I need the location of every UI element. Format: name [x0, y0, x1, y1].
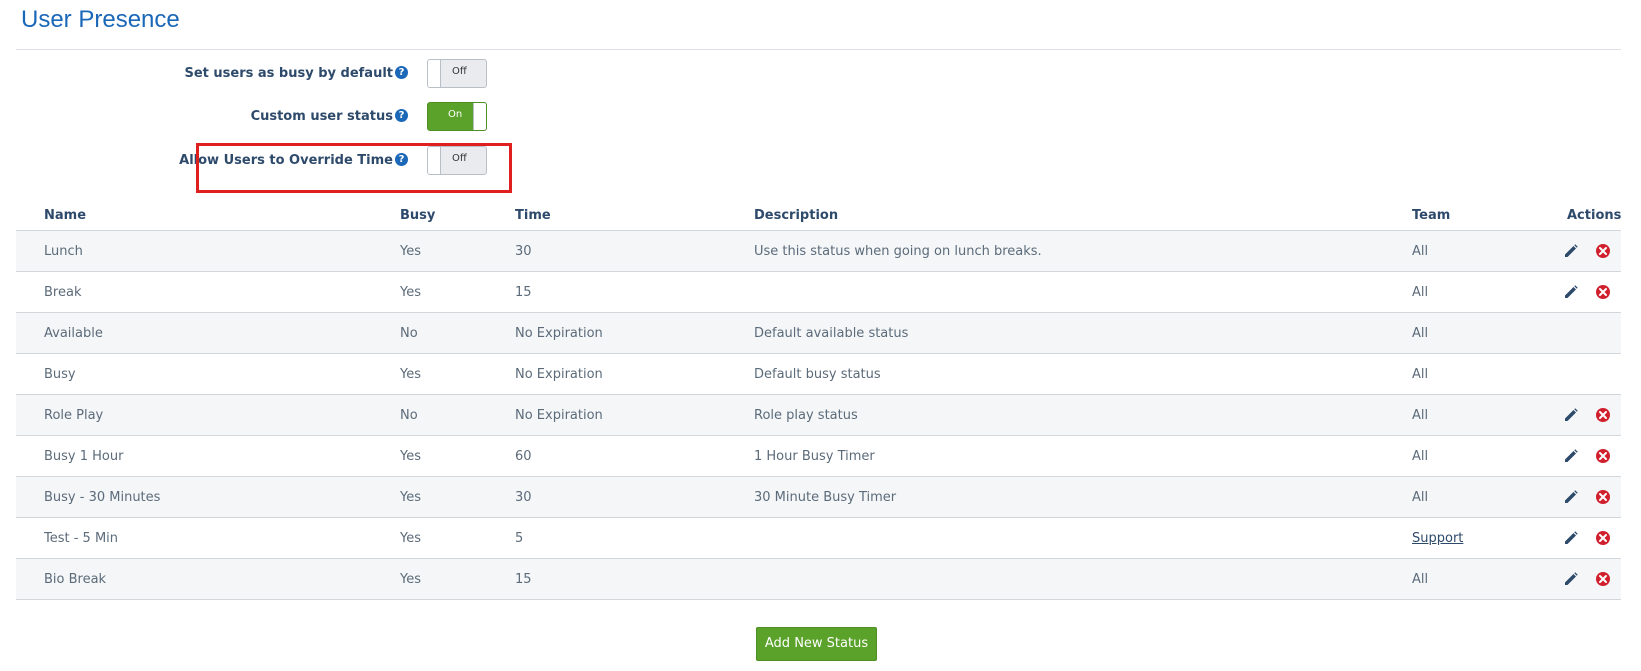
- cell-busy: Yes: [400, 449, 421, 464]
- column-header-time: Time: [515, 208, 551, 223]
- setting-row: Custom user status? On: [0, 102, 520, 132]
- table-row: Busy Yes No Expiration Default busy status A…: [16, 354, 1621, 395]
- cell-time: No Expiration: [515, 408, 603, 423]
- cell-busy: Yes: [400, 531, 421, 546]
- toggle-switch[interactable]: Off: [427, 59, 487, 88]
- toggle-switch[interactable]: On: [427, 102, 487, 131]
- cell-name: Busy 1 Hour: [44, 449, 124, 464]
- status-table: Name Busy Time Description Team Actions …: [16, 203, 1621, 600]
- delete-icon[interactable]: [1595, 489, 1611, 505]
- cell-time: 30: [515, 244, 532, 259]
- cell-busy: Yes: [400, 490, 421, 505]
- cell-description: 1 Hour Busy Timer: [754, 449, 875, 464]
- cell-name: Available: [44, 326, 103, 341]
- cell-name: Busy - 30 Minutes: [44, 490, 161, 505]
- cell-time: 5: [515, 531, 524, 546]
- cell-team: All: [1412, 449, 1429, 464]
- cell-name: Role Play: [44, 408, 104, 423]
- setting-label: Set users as busy by default: [184, 66, 393, 81]
- cell-team: All: [1412, 367, 1429, 382]
- table-row: Break Yes 15 All: [16, 272, 1621, 313]
- delete-icon[interactable]: [1595, 243, 1611, 259]
- delete-icon[interactable]: [1595, 407, 1611, 423]
- table-row: Test - 5 Min Yes 5 Support: [16, 518, 1621, 559]
- cell-name: Busy: [44, 367, 76, 382]
- cell-team: All: [1412, 244, 1429, 259]
- cell-description: Default available status: [754, 326, 909, 341]
- cell-busy: Yes: [400, 244, 421, 259]
- title-divider: [16, 49, 1621, 50]
- cell-name: Bio Break: [44, 572, 107, 587]
- cell-description: Default busy status: [754, 367, 881, 382]
- edit-icon[interactable]: [1563, 448, 1579, 464]
- delete-icon[interactable]: [1595, 448, 1611, 464]
- cell-team: All: [1412, 572, 1429, 587]
- help-icon[interactable]: ?: [395, 109, 408, 122]
- table-row: Busy - 30 Minutes Yes 30 30 Minute Busy Tim…: [16, 477, 1621, 518]
- toggle-knob: [473, 103, 486, 130]
- edit-icon[interactable]: [1563, 489, 1579, 505]
- cell-team: All: [1412, 490, 1429, 505]
- cell-time: 60: [515, 449, 532, 464]
- edit-icon[interactable]: [1563, 530, 1579, 546]
- cell-busy: Yes: [400, 367, 421, 382]
- column-header-name: Name: [44, 208, 87, 223]
- column-header-actions: Actions: [1567, 208, 1622, 223]
- setting-row: Set users as busy by default? Off: [0, 59, 520, 89]
- toggle-knob: [428, 60, 441, 87]
- page-title: User Presence: [21, 6, 180, 33]
- table-row: Available No No Expiration Default availabl…: [16, 313, 1621, 354]
- edit-icon[interactable]: [1563, 243, 1579, 259]
- delete-icon[interactable]: [1595, 571, 1611, 587]
- cell-busy: Yes: [400, 285, 421, 300]
- table-header: Name Busy Time Description Team Actions: [16, 203, 1621, 231]
- cell-time: No Expiration: [515, 326, 603, 341]
- cell-description: 30 Minute Busy Timer: [754, 490, 897, 505]
- cell-name: Break: [44, 285, 82, 300]
- cell-time: 15: [515, 285, 532, 300]
- edit-icon[interactable]: [1563, 284, 1579, 300]
- cell-busy: No: [400, 326, 418, 341]
- table-row: Lunch Yes 30 Use this status when going on …: [16, 231, 1621, 272]
- cell-time: 15: [515, 572, 532, 587]
- cell-busy: Yes: [400, 572, 421, 587]
- cell-team: All: [1412, 408, 1429, 423]
- edit-icon[interactable]: [1563, 571, 1579, 587]
- cell-time: 30: [515, 490, 532, 505]
- setting-label: Custom user status: [250, 109, 393, 124]
- cell-name: Lunch: [44, 244, 83, 259]
- add-new-status-button[interactable]: Add New Status: [756, 627, 877, 661]
- table-row: Bio Break Yes 15 All: [16, 559, 1621, 600]
- cell-name: Test - 5 Min: [44, 531, 119, 546]
- delete-icon[interactable]: [1595, 284, 1611, 300]
- cell-description: Role play status: [754, 408, 858, 423]
- table-row: Busy 1 Hour Yes 60 1 Hour Busy Timer All: [16, 436, 1621, 477]
- delete-icon[interactable]: [1595, 530, 1611, 546]
- toggle-state-label: On: [448, 109, 463, 120]
- table-row: Role Play No No Expiration Role play status…: [16, 395, 1621, 436]
- help-icon[interactable]: ?: [395, 66, 408, 79]
- edit-icon[interactable]: [1563, 407, 1579, 423]
- column-header-busy: Busy: [400, 208, 436, 223]
- toggle-state-label: Off: [452, 66, 467, 77]
- cell-team: All: [1412, 285, 1429, 300]
- column-header-description: Description: [754, 208, 839, 223]
- column-header-team: Team: [1412, 208, 1451, 223]
- table-body: Lunch Yes 30 Use this status when going on …: [16, 231, 1621, 600]
- cell-time: No Expiration: [515, 367, 603, 382]
- cell-team[interactable]: Support: [1412, 531, 1463, 546]
- highlight-annotation: [196, 143, 512, 193]
- cell-description: Use this status when going on lunch brea…: [754, 244, 1042, 259]
- cell-busy: No: [400, 408, 418, 423]
- cell-team: All: [1412, 326, 1429, 341]
